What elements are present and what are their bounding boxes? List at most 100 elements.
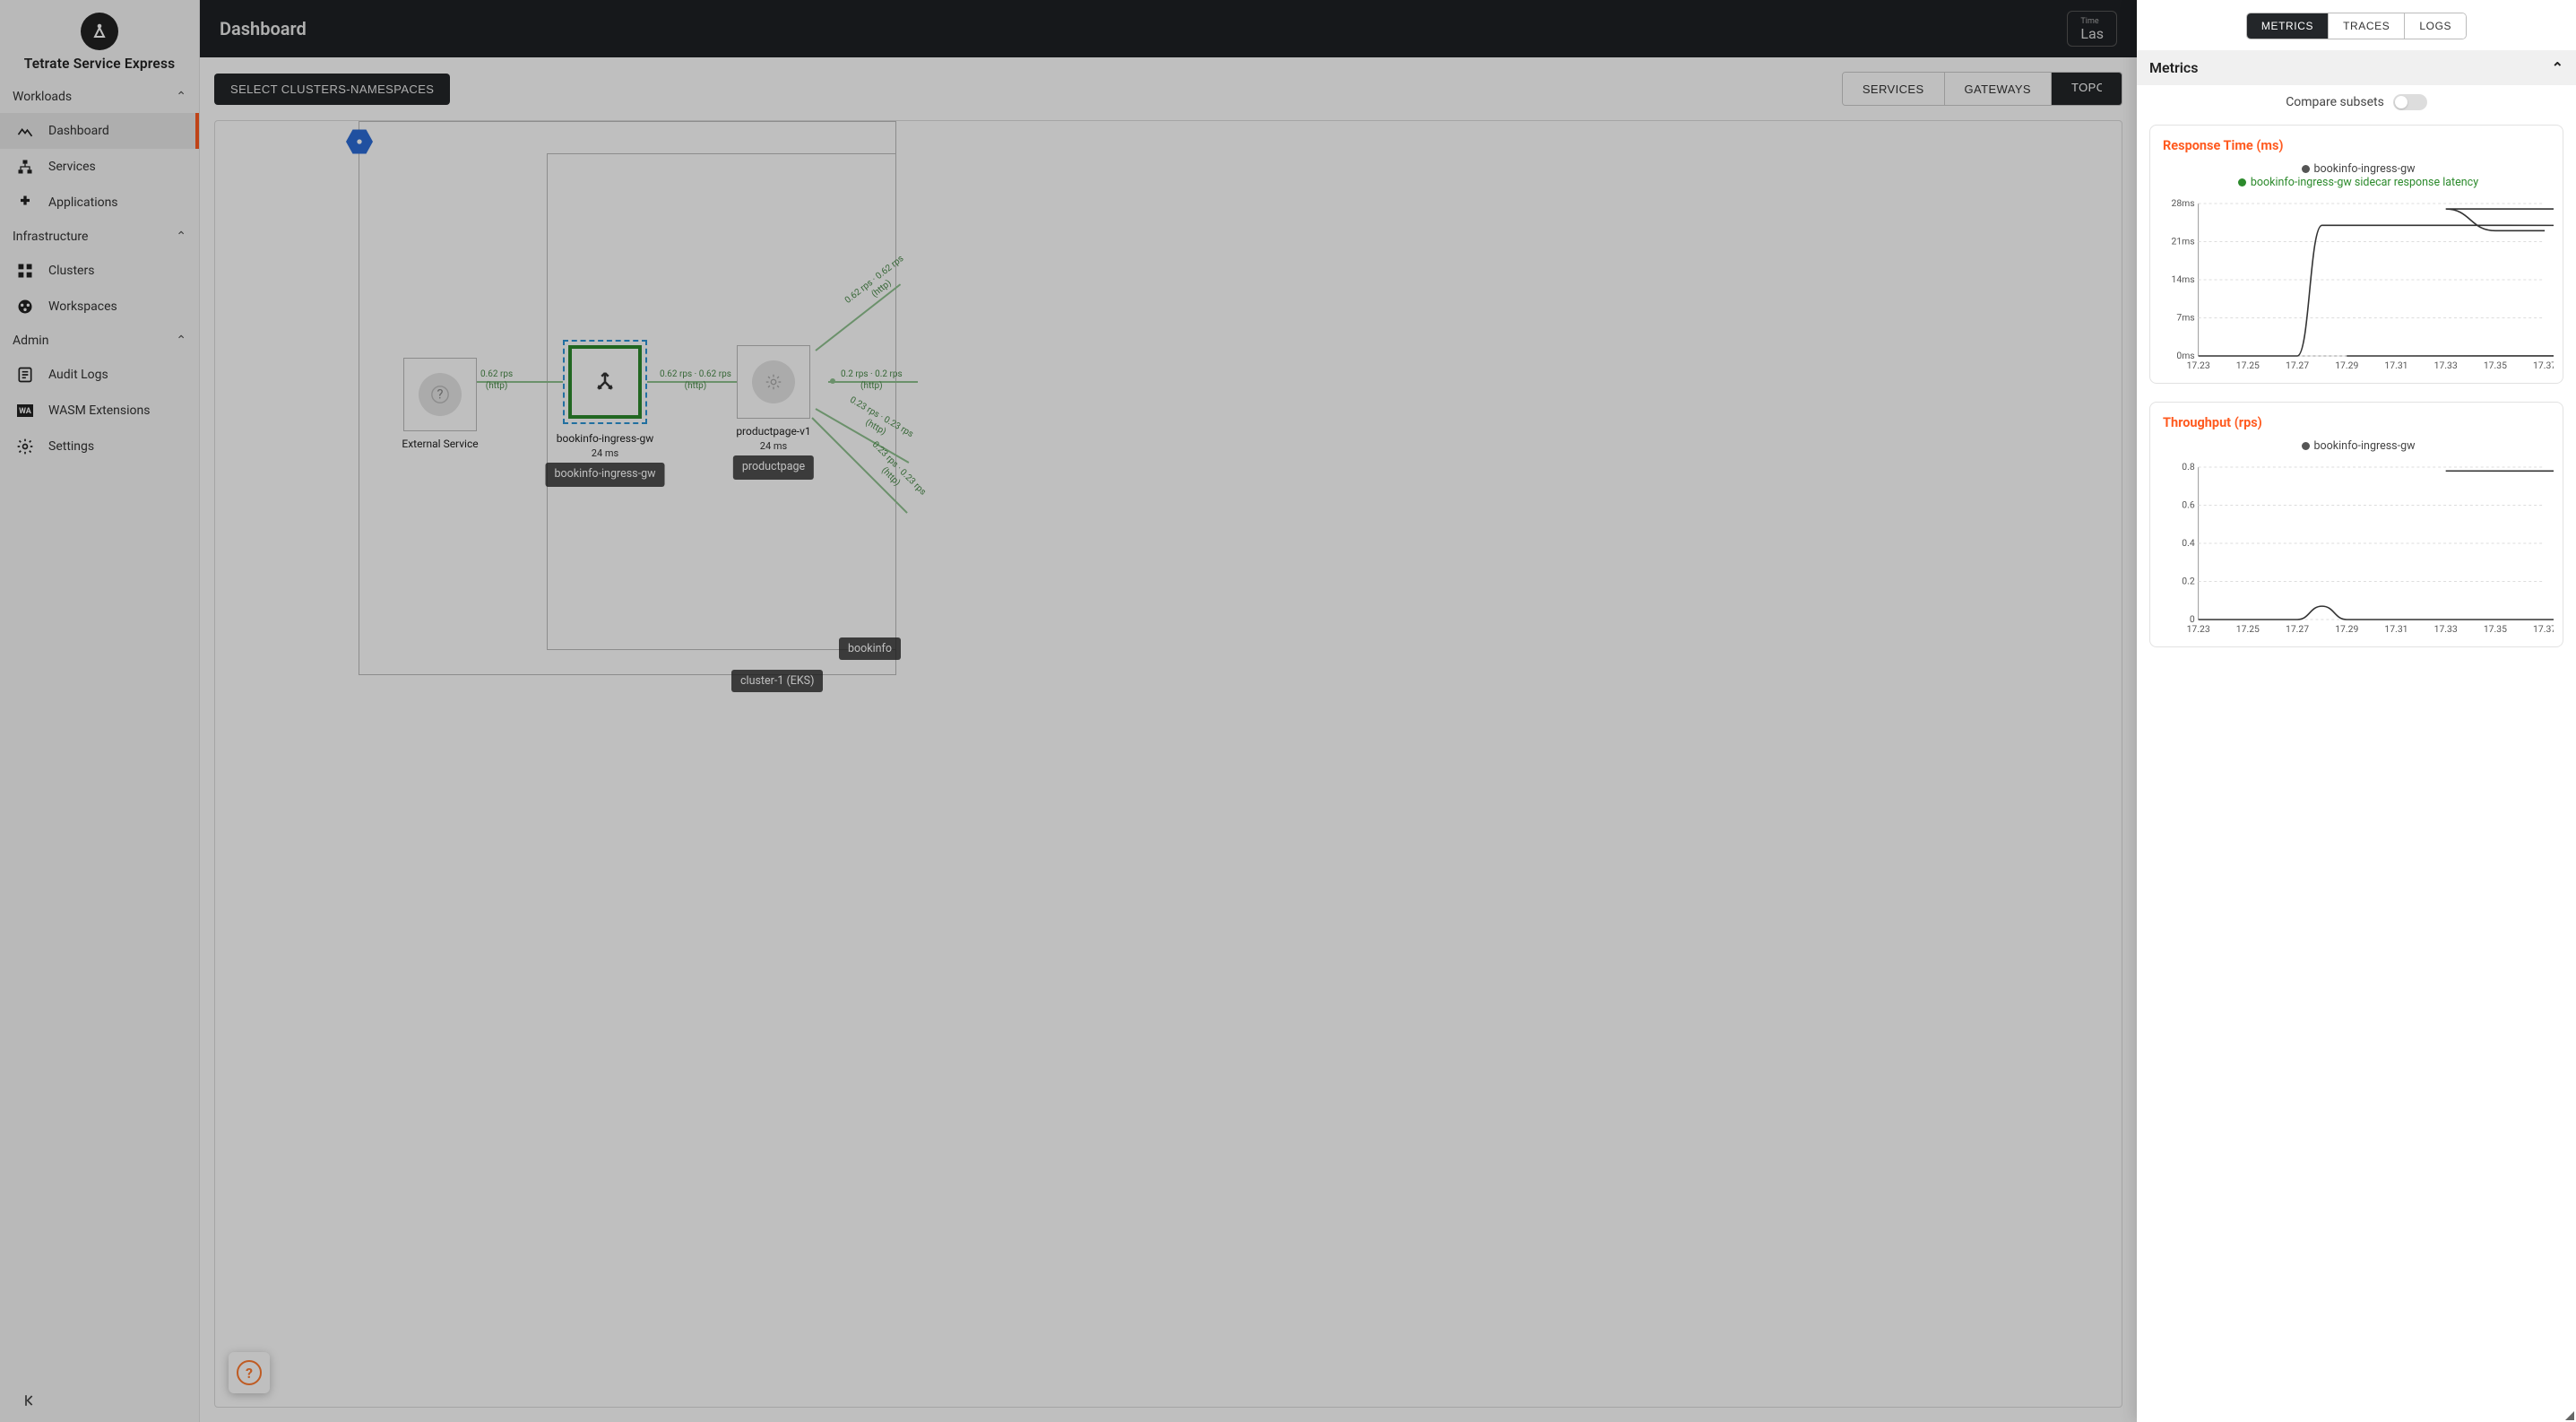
svg-text:0.8: 0.8: [2182, 461, 2195, 473]
svg-text:0.4: 0.4: [2182, 537, 2195, 549]
main: Dashboard Time Las SELECT CLUSTERS-NAMES…: [200, 0, 2137, 1422]
settings-icon: [14, 436, 36, 457]
help-icon: ?: [237, 1360, 262, 1385]
sidebar-item-services[interactable]: Services: [0, 149, 199, 185]
resize-handle-icon[interactable]: [2565, 1411, 2574, 1420]
tab-gateways[interactable]: GATEWAYS: [1944, 73, 2051, 105]
panel-section-title: Metrics: [2149, 59, 2198, 76]
chevron-up-icon: ⌃: [2552, 59, 2563, 76]
sidebar-item-label: WASM Extensions: [48, 403, 150, 418]
nav-section-label: Infrastructure: [13, 230, 88, 244]
svg-text:17.23: 17.23: [2187, 360, 2210, 371]
svg-text:17.31: 17.31: [2384, 360, 2407, 371]
svg-text:21ms: 21ms: [2172, 235, 2195, 247]
cluster-tag: cluster-1 (EKS): [731, 670, 823, 692]
compare-subsets-toggle[interactable]: [2393, 94, 2427, 110]
node-bookinfo-ingress-gw[interactable]: [563, 340, 647, 424]
sidebar-item-workspaces[interactable]: Workspaces: [0, 289, 199, 325]
svg-text:17.29: 17.29: [2335, 360, 2358, 371]
gateway-icon: [592, 369, 618, 395]
workspaces-icon: [14, 296, 36, 317]
svg-text:17.27: 17.27: [2286, 360, 2309, 371]
sidebar-item-label: Services: [48, 160, 96, 174]
tab-services[interactable]: SERVICES: [1843, 73, 1944, 105]
services-icon: [14, 156, 36, 178]
sidebar-item-label: Applications: [48, 195, 118, 210]
topology-canvas[interactable]: 0.62 rps(http) 0.62 rps · 0.62 rps(http)…: [214, 120, 2122, 1408]
node-external-service[interactable]: ?: [403, 358, 477, 431]
panel-section-header[interactable]: Metrics ⌃: [2137, 50, 2576, 85]
sidebar-item-wasm-extensions[interactable]: WA WASM Extensions: [0, 393, 199, 429]
help-button[interactable]: ?: [229, 1352, 270, 1393]
sidebar-item-dashboard[interactable]: Dashboard: [0, 113, 199, 149]
sidebar-item-settings[interactable]: Settings: [0, 429, 199, 464]
time-range-value: Las: [2080, 25, 2104, 42]
audit-logs-icon: [14, 364, 36, 386]
node-label: productpage-v1 24 ms productpage: [733, 424, 814, 480]
clusters-icon: [14, 260, 36, 282]
topbar: Dashboard Time Las: [200, 0, 2137, 57]
select-clusters-namespaces-button[interactable]: SELECT CLUSTERS-NAMESPACES: [214, 74, 450, 105]
chart-title: Throughput (rps): [2163, 415, 2554, 430]
svg-text:17.37: 17.37: [2533, 623, 2554, 635]
svg-text:17.33: 17.33: [2434, 360, 2458, 371]
sidebar-item-label: Clusters: [48, 264, 94, 278]
panel-tabs: METRICS TRACES LOGS: [2137, 0, 2576, 50]
page-title: Dashboard: [220, 18, 307, 39]
panel-tab-logs[interactable]: LOGS: [2404, 13, 2466, 39]
edge-dot-icon: [830, 378, 835, 384]
node-label: bookinfo-ingress-gw 24 ms bookinfo-ingre…: [546, 431, 665, 487]
brand-logo-icon: [81, 13, 118, 50]
nav-section-workloads[interactable]: Workloads ⌃: [0, 81, 199, 113]
chevron-up-icon: ⌃: [176, 230, 186, 244]
node-pill: productpage: [733, 455, 814, 480]
svg-text:17.33: 17.33: [2434, 623, 2458, 635]
sidebar-item-label: Dashboard: [48, 124, 109, 138]
time-range-select[interactable]: Time Las: [2067, 11, 2117, 47]
chart-title: Response Time (ms): [2163, 138, 2554, 153]
chart-legend: bookinfo-ingress-gw bookinfo-ingress-gw …: [2163, 162, 2554, 189]
legend-dot-icon: [2302, 165, 2310, 173]
chart-throughput: Throughput (rps) bookinfo-ingress-gw 00.…: [2149, 402, 2563, 647]
svg-text:28ms: 28ms: [2172, 197, 2195, 209]
metrics-panel: METRICS TRACES LOGS Metrics ⌃ Compare su…: [2137, 0, 2576, 1422]
svg-text:17.25: 17.25: [2236, 360, 2260, 371]
wasm-icon: WA: [14, 400, 36, 421]
svg-text:7ms: 7ms: [2176, 311, 2194, 323]
nav-section-label: Workloads: [13, 90, 72, 104]
nav-section-infrastructure[interactable]: Infrastructure ⌃: [0, 221, 199, 253]
dashboard-icon: [14, 120, 36, 142]
panel-tab-metrics[interactable]: METRICS: [2247, 13, 2328, 39]
svg-text:17.29: 17.29: [2335, 623, 2358, 635]
chart-legend: bookinfo-ingress-gw: [2163, 439, 2554, 453]
svg-text:17.35: 17.35: [2484, 623, 2507, 635]
sidebar-collapse-button[interactable]: [16, 1386, 45, 1415]
sidebar: Tetrate Service Express Workloads ⌃ Dash…: [0, 0, 200, 1422]
node-productpage[interactable]: [737, 345, 810, 419]
sidebar-item-clusters[interactable]: Clusters: [0, 253, 199, 289]
toolbar: SELECT CLUSTERS-NAMESPACES SERVICES GATE…: [200, 57, 2137, 120]
edge-label: 0.62 rps(http): [480, 369, 513, 392]
sidebar-item-applications[interactable]: Applications: [0, 185, 199, 221]
svg-text:14ms: 14ms: [2172, 273, 2195, 285]
svg-text:0.2: 0.2: [2182, 575, 2195, 586]
svg-text:17.31: 17.31: [2384, 623, 2407, 635]
svg-text:17.27: 17.27: [2286, 623, 2309, 635]
svg-text:17.23: 17.23: [2187, 623, 2210, 635]
compare-subsets-row: Compare subsets: [2137, 85, 2576, 116]
question-icon: ?: [419, 373, 462, 416]
sidebar-item-audit-logs[interactable]: Audit Logs: [0, 357, 199, 393]
edge-label: 0.62 rps · 0.62 rps(http): [660, 369, 731, 392]
nav-section-admin[interactable]: Admin ⌃: [0, 325, 199, 357]
service-icon: [752, 360, 795, 403]
sidebar-item-label: Settings: [48, 439, 94, 454]
tab-topology[interactable]: TOPOLOGY: [2051, 73, 2122, 105]
edge-label: 0.2 rps · 0.2 rps(http): [841, 369, 903, 392]
chart-response-time: Response Time (ms) bookinfo-ingress-gw b…: [2149, 125, 2563, 384]
panel-tab-traces[interactable]: TRACES: [2328, 13, 2404, 39]
brand: Tetrate Service Express: [0, 0, 199, 81]
svg-text:17.25: 17.25: [2236, 623, 2260, 635]
svg-text:?: ?: [437, 386, 444, 403]
node-label: External Service: [402, 437, 478, 451]
applications-icon: [14, 192, 36, 213]
